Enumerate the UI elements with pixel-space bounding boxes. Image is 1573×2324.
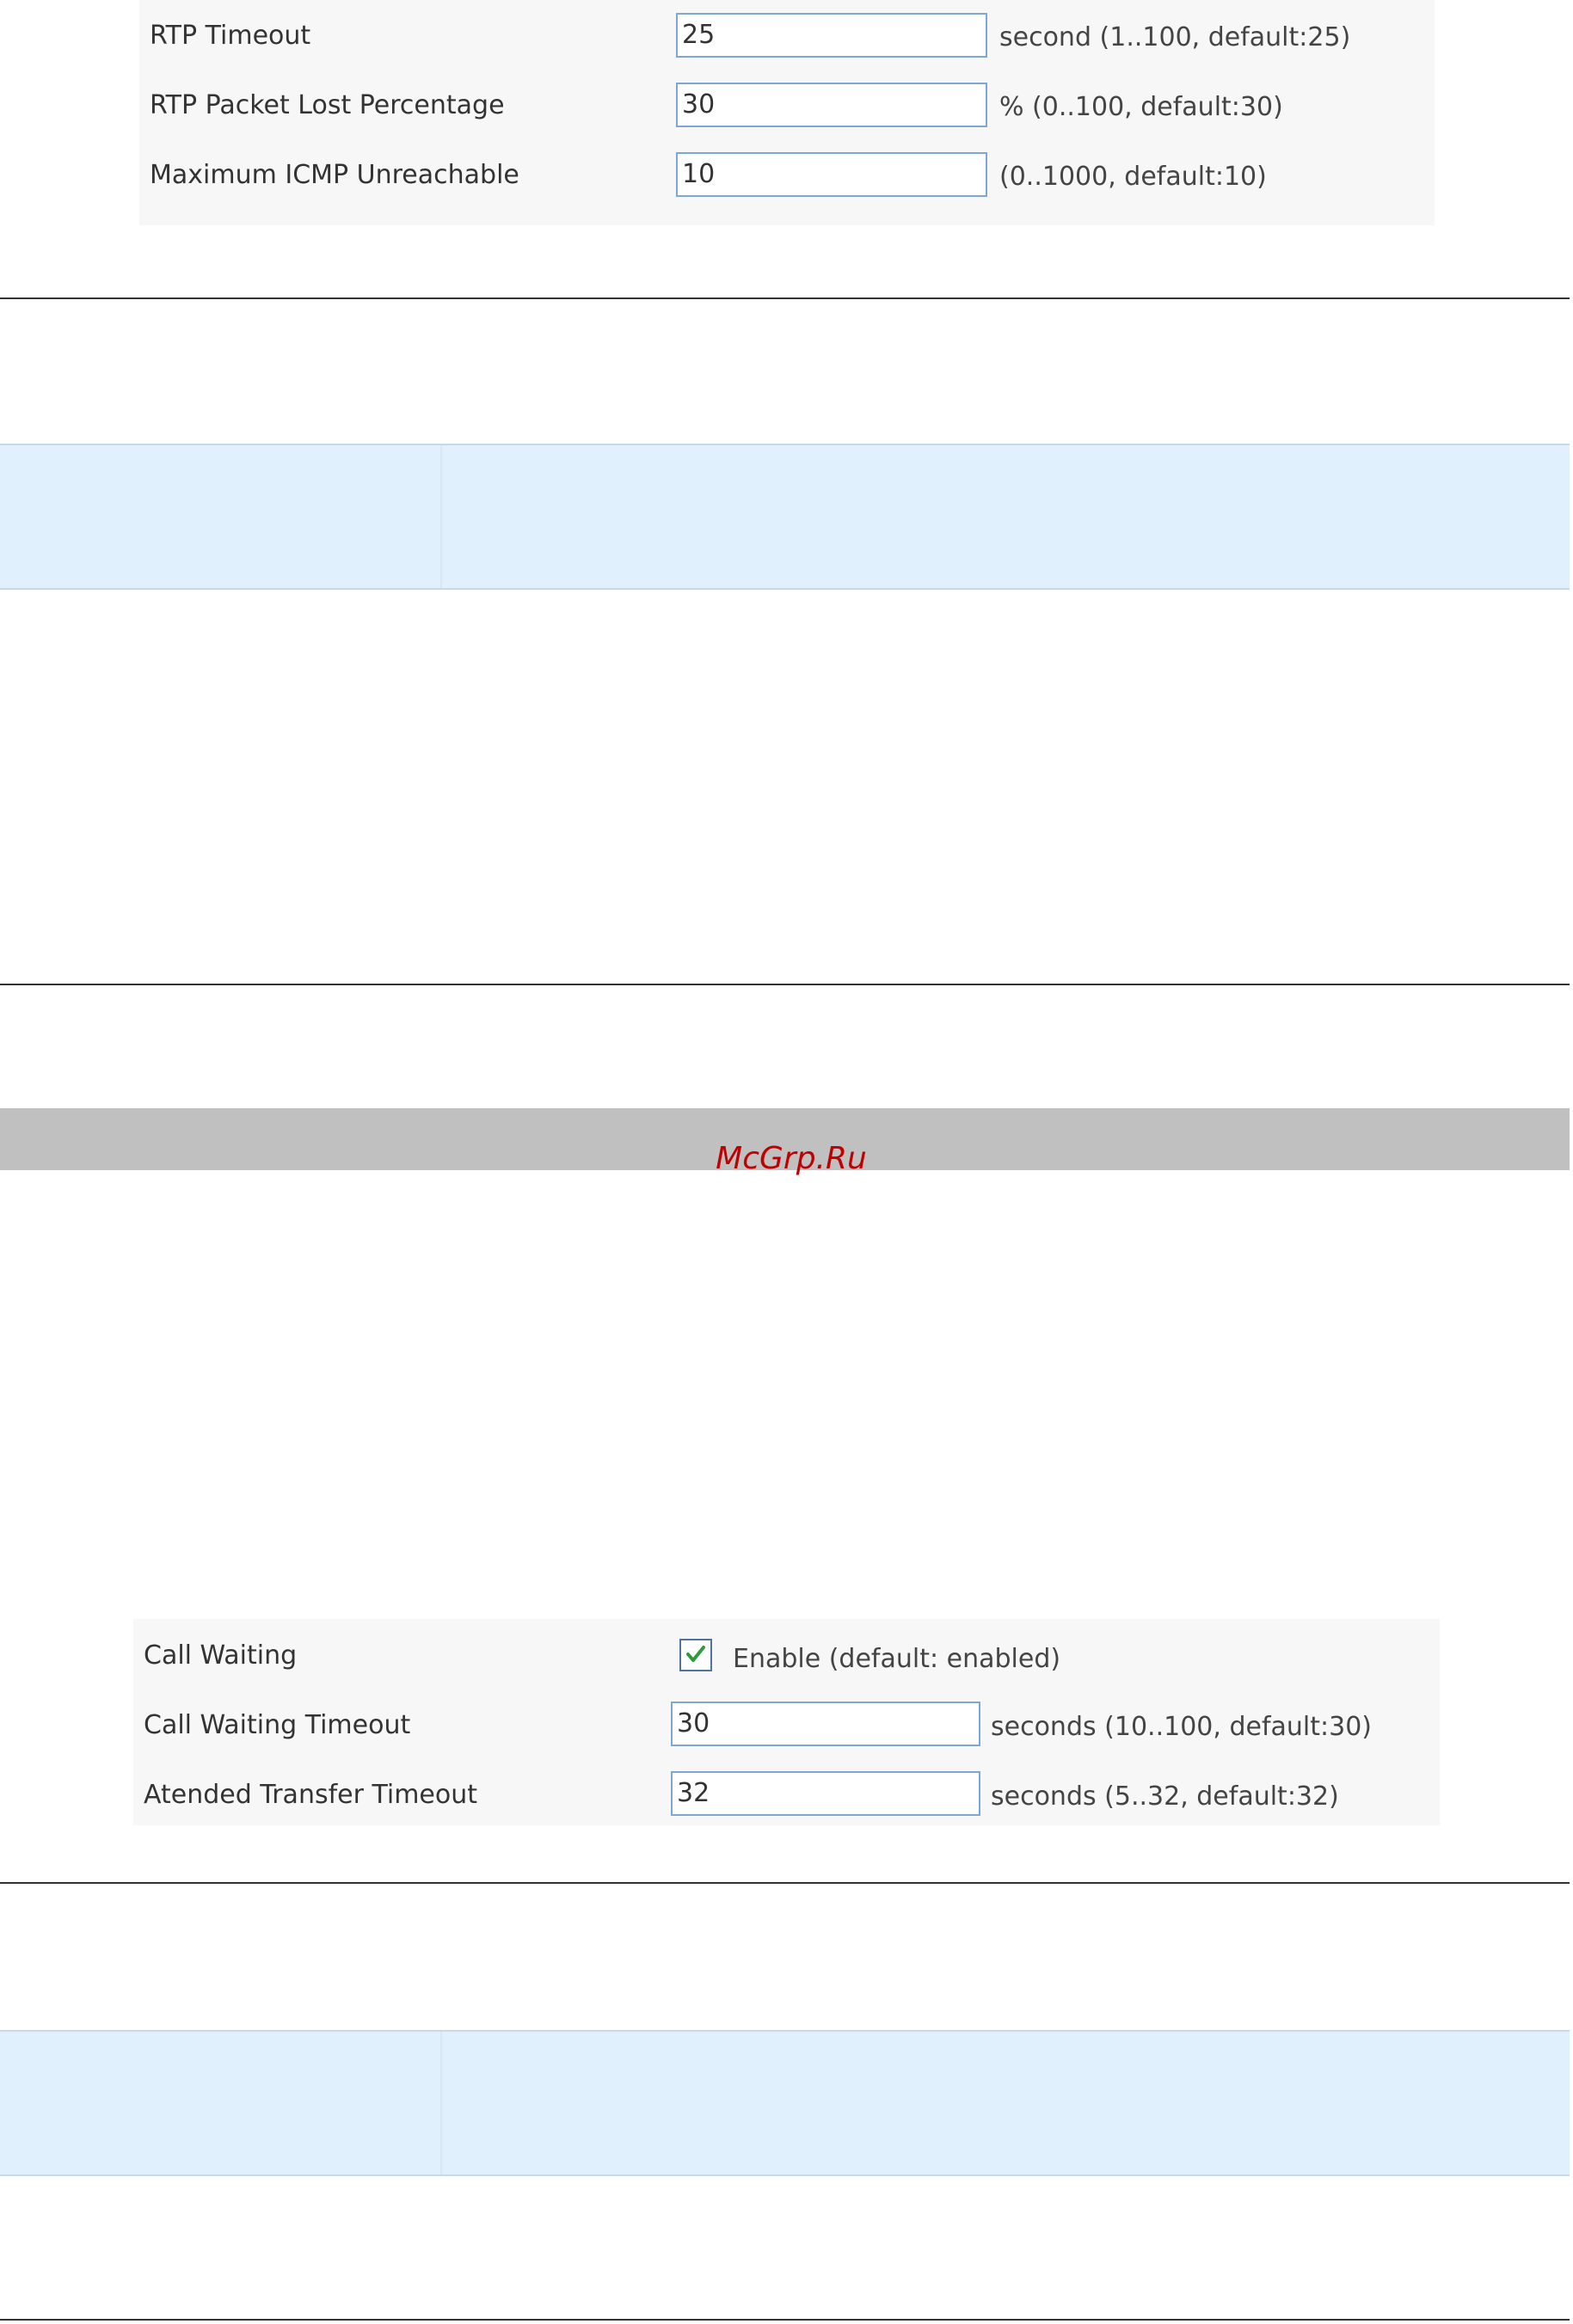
rtp-settings-panel: RTP Timeout 25 second (1..100, default:2… <box>139 0 1435 225</box>
call-waiting-checkbox[interactable] <box>679 1639 712 1671</box>
attended-transfer-timeout-hint: seconds (5..32, default:32) <box>991 1781 1339 1812</box>
checkmark-icon <box>686 1646 705 1662</box>
blue-table-row-1-column-divider <box>440 445 442 588</box>
call-settings-panel: Call Waiting Enable (default: enabled) C… <box>133 1619 1440 1825</box>
divider-3 <box>0 1882 1570 1884</box>
rtp-packet-lost-hint: % (0..100, default:30) <box>999 92 1283 122</box>
blue-table-row-2 <box>0 2030 1570 2176</box>
rtp-packet-lost-row: RTP Packet Lost Percentage 30 % (0..100,… <box>139 70 1435 139</box>
divider-2 <box>0 984 1570 985</box>
max-icmp-unreachable-row: Maximum ICMP Unreachable 10 (0..1000, de… <box>139 139 1435 209</box>
call-waiting-label: Call Waiting <box>144 1640 298 1671</box>
rtp-timeout-input[interactable]: 25 <box>676 13 987 58</box>
max-icmp-unreachable-hint: (0..1000, default:10) <box>999 162 1267 192</box>
rtp-timeout-hint: second (1..100, default:25) <box>999 22 1351 52</box>
call-waiting-row: Call Waiting Enable (default: enabled) <box>133 1619 1440 1689</box>
divider-4 <box>0 2319 1570 2321</box>
divider-1 <box>0 297 1570 299</box>
attended-transfer-timeout-input[interactable]: 32 <box>671 1771 980 1816</box>
rtp-packet-lost-label: RTP Packet Lost Percentage <box>150 90 505 120</box>
attended-transfer-timeout-row: Atended Transfer Timeout 32 seconds (5..… <box>133 1758 1440 1828</box>
call-waiting-timeout-label: Call Waiting Timeout <box>144 1710 411 1740</box>
rtp-packet-lost-input[interactable]: 30 <box>676 83 987 127</box>
attended-transfer-timeout-label: Atended Transfer Timeout <box>144 1780 478 1810</box>
call-waiting-timeout-input[interactable]: 30 <box>671 1702 980 1746</box>
call-waiting-enable-label[interactable]: Enable (default: enabled) <box>733 1644 1060 1675</box>
blue-table-row-1 <box>0 444 1570 590</box>
rtp-timeout-row: RTP Timeout 25 second (1..100, default:2… <box>139 0 1435 70</box>
blue-table-row-2-column-divider <box>440 2032 442 2174</box>
max-icmp-unreachable-input[interactable]: 10 <box>676 152 987 197</box>
max-icmp-unreachable-label: Maximum ICMP Unreachable <box>150 160 519 190</box>
call-waiting-timeout-hint: seconds (10..100, default:30) <box>991 1712 1372 1742</box>
watermark: McGrp.Ru <box>716 1141 867 1176</box>
call-waiting-timeout-row: Call Waiting Timeout 30 seconds (10..100… <box>133 1689 1440 1758</box>
rtp-timeout-label: RTP Timeout <box>150 21 311 51</box>
